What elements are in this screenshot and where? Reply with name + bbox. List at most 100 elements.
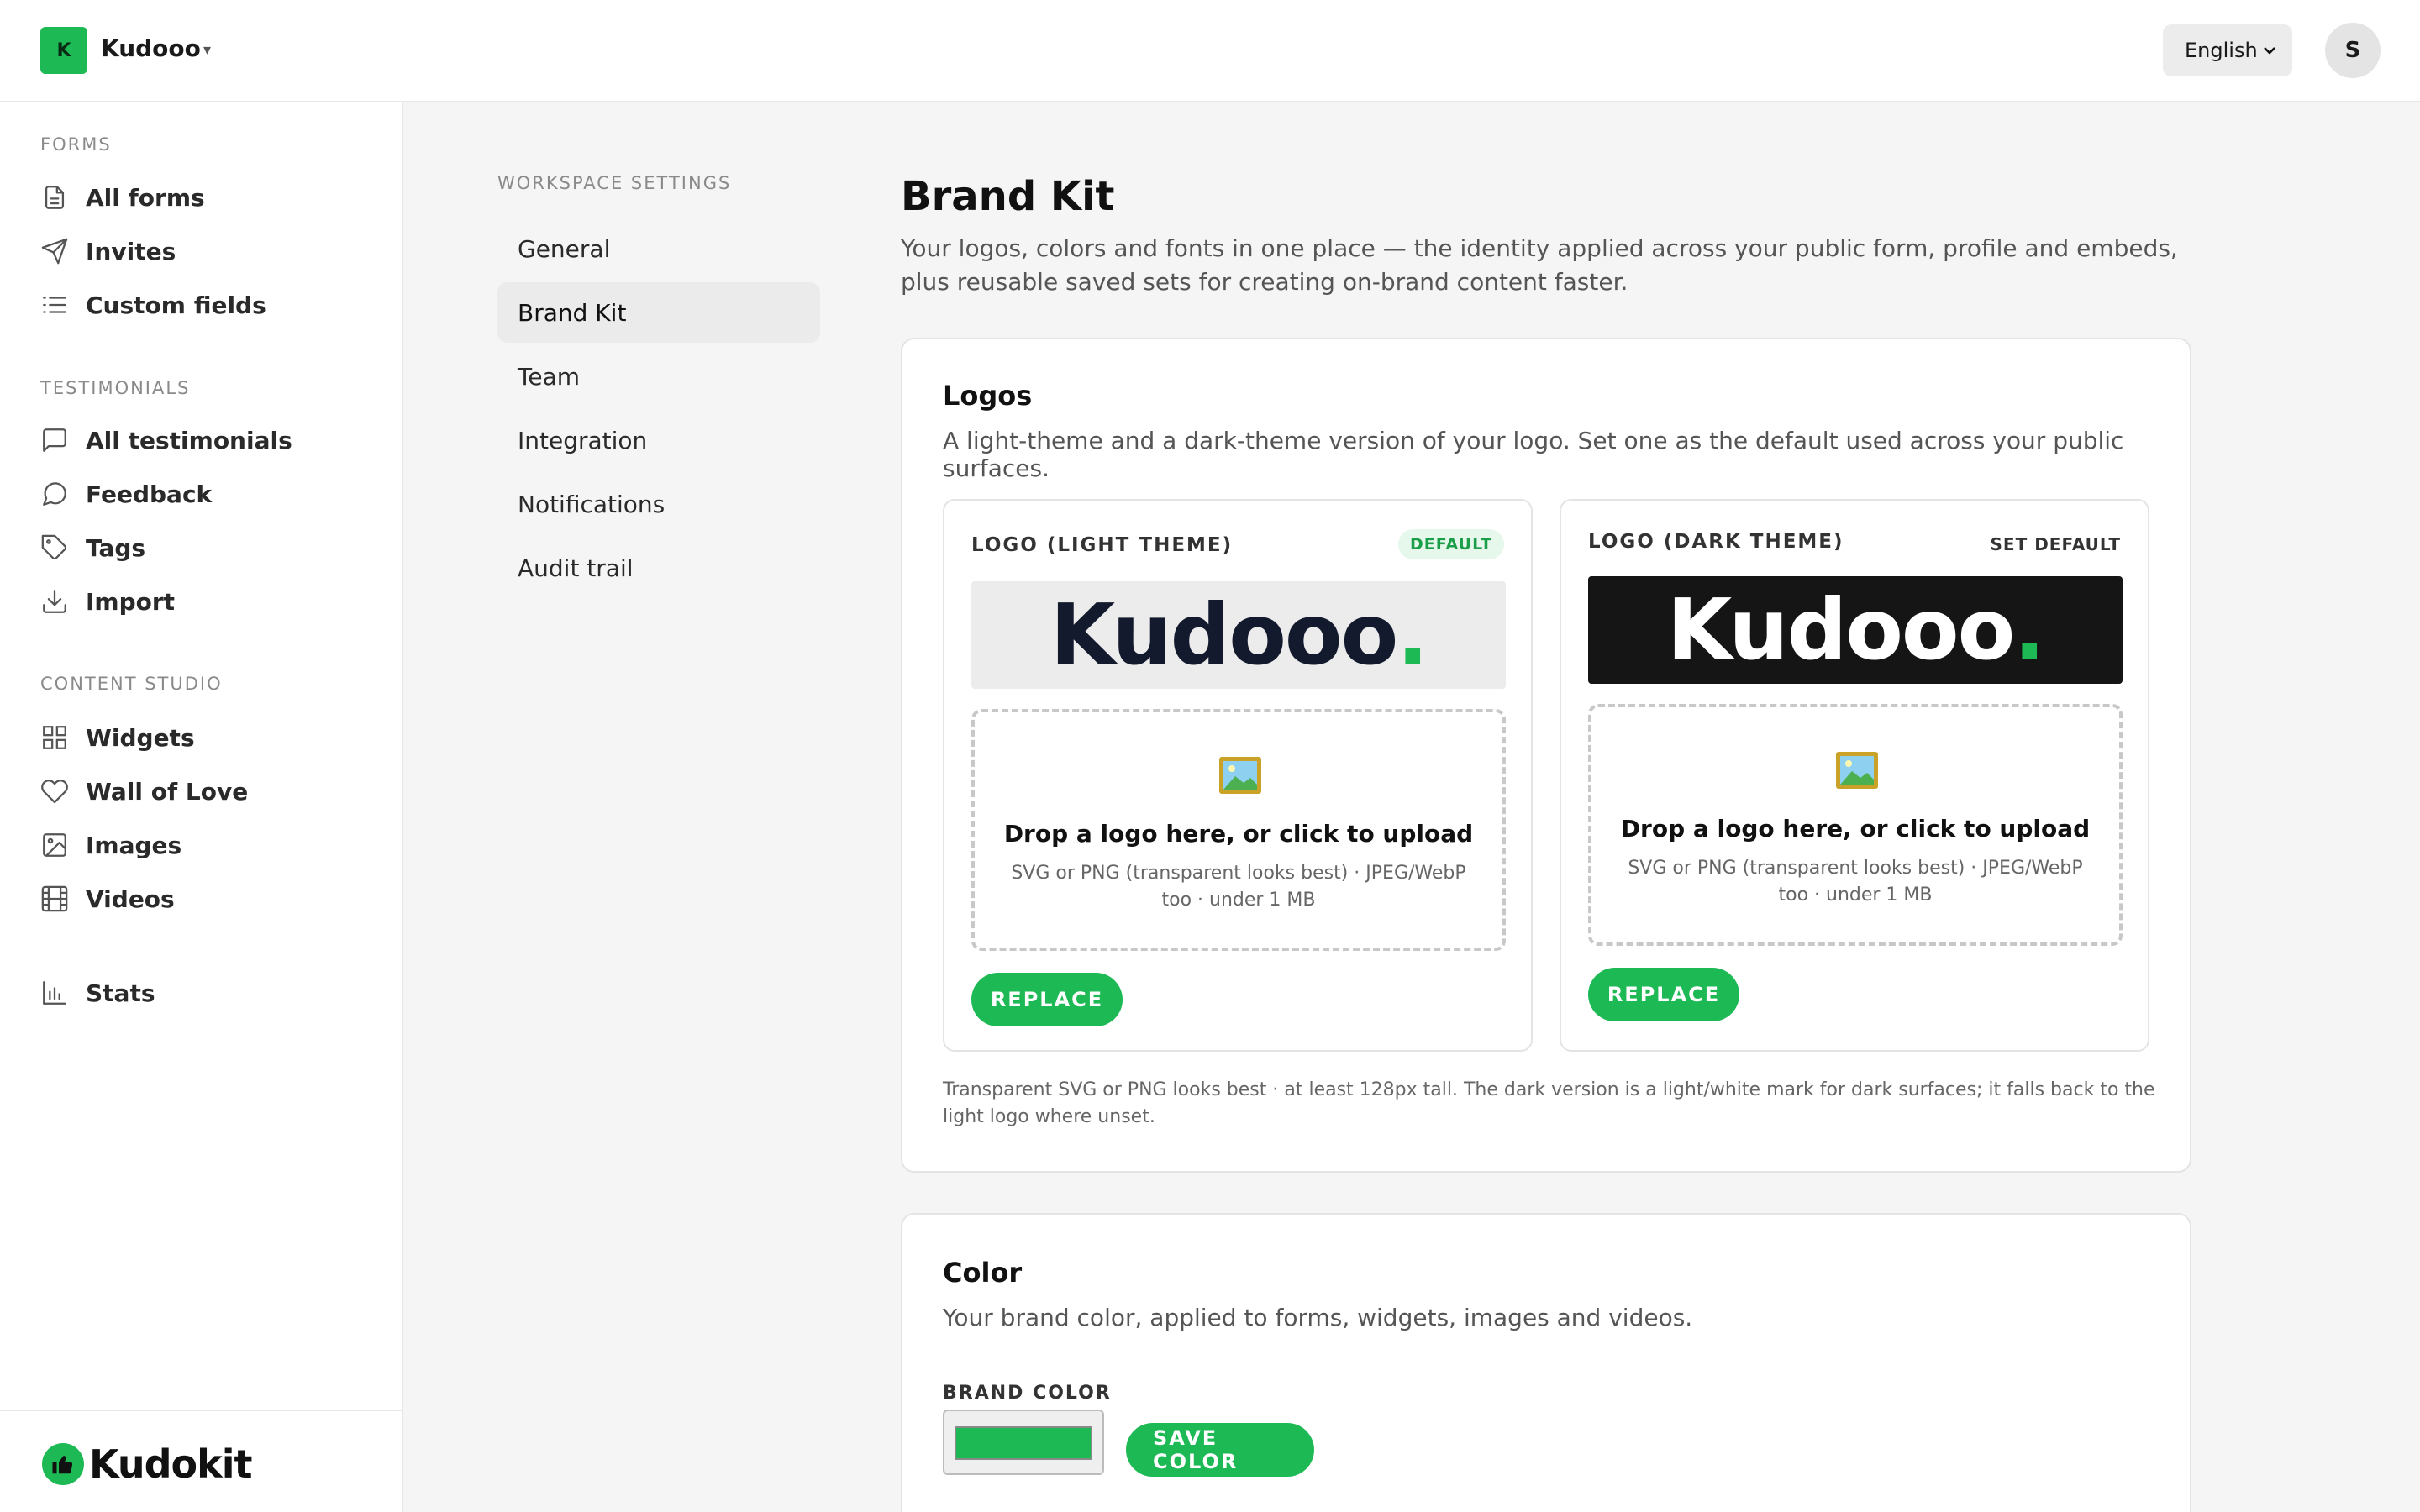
logo-light-dropzone[interactable]: Drop a logo here, or click to upload SVG… [971,709,1506,951]
logo-light-panel: LOGO (LIGHT THEME) DEFAULT Kudooo. Drop … [943,499,1533,1052]
settings-nav-label: Notifications [518,490,666,518]
logo-dark-dropzone[interactable]: Drop a logo here, or click to upload SVG… [1588,704,2123,946]
logo-dark-label: LOGO (DARK THEME) [1588,531,1844,553]
settings-nav-general[interactable]: General [497,218,820,279]
file-icon [45,186,65,209]
settings-nav-label: Team [518,362,581,391]
sidebar-item-label: Feedback [86,480,213,508]
settings-nav-brand-kit[interactable]: Brand Kit [497,282,820,343]
settings-nav-team[interactable]: Team [497,346,820,407]
sidebar-item-videos[interactable]: Videos [40,878,175,920]
sidebar-item-label: Custom fields [86,291,266,319]
logo-light-wordmark: Kudooo. [1050,593,1429,677]
kudokit-logo[interactable]: Kudokit [42,1441,252,1487]
settings-nav-audit-trail[interactable]: Audit trail [497,538,820,598]
bar-chart-icon [43,981,66,1005]
sidebar-section-forms: FORMS [40,134,112,155]
brand-color-label: BRAND COLOR [943,1383,1112,1404]
sidebar-item-label: Invites [86,237,176,265]
brand-color-swatch [955,1426,1092,1460]
wordmark-text: Kudooo [1050,585,1399,684]
user-avatar[interactable]: S [2325,23,2381,78]
settings-nav-integration[interactable]: Integration [497,410,820,470]
settings-nav-label: Audit trail [518,554,634,582]
settings-nav-label: Brand Kit [518,298,627,327]
settings-nav-heading: WORKSPACE SETTINGS [497,173,732,193]
sidebar-item-label: Stats [86,979,155,1007]
sidebar-item-label: Widgets [86,723,195,752]
message-circle-icon [43,482,66,506]
logos-card-title: Logos [943,380,1033,412]
sidebar-item-label: All testimonials [86,426,292,454]
wordmark-dot: . [2013,580,2045,679]
language-select-value: English [2185,39,2258,62]
logos-card-subtitle: A light-theme and a dark-theme version o… [943,427,2124,482]
logo-light-label: LOGO (LIGHT THEME) [971,534,1234,556]
sidebar-item-label: All forms [86,183,205,212]
picture-icon [1836,752,1878,789]
sidebar-item-invites[interactable]: Invites [40,230,176,272]
sidebar-item-widgets[interactable]: Widgets [40,717,195,759]
message-square-icon [43,428,66,452]
kudokit-wordmark: Kudokit [89,1441,252,1487]
sidebar-item-label: Tags [86,533,146,562]
workspace-switcher-caret-icon[interactable]: ▾ [203,41,211,59]
logo-light-preview: Kudooo. [971,581,1506,689]
color-card-subtitle: Your brand color, applied to forms, widg… [943,1304,1693,1331]
settings-nav-notifications[interactable]: Notifications [497,474,820,534]
workspace-logo[interactable]: K [40,27,87,74]
sidebar-section-testimonials: TESTIMONIALS [40,378,191,398]
sidebar-item-label: Wall of Love [86,777,249,806]
sidebar-item-stats[interactable]: Stats [40,972,155,1014]
sidebar-item-images[interactable]: Images [40,824,182,866]
wordmark-dot: . [1397,585,1428,684]
sidebar-item-label: Videos [86,885,175,913]
image-icon [43,833,66,857]
wordmark-text: Kudooo [1666,580,2016,679]
dropzone-hint: SVG or PNG (transparent looks best) · JP… [1628,858,2083,906]
top-bar: K Kudooo ▾ English S [0,0,2420,102]
dropzone-hint: SVG or PNG (transparent looks best) · JP… [1011,863,1466,911]
sidebar-item-custom-fields[interactable]: Custom fields [40,284,266,326]
send-icon [41,238,68,265]
dropzone-title: Drop a logo here, or click to upload [1003,820,1474,848]
sidebar-item-import[interactable]: Import [40,580,175,622]
heart-icon [41,780,68,804]
download-icon [43,590,66,613]
chevron-down-icon [2264,47,2275,55]
page-title: Brand Kit [901,173,1115,220]
picture-icon [1219,757,1261,794]
sidebar-item-all-testimonials[interactable]: All testimonials [40,419,292,461]
replace-dark-logo-button[interactable]: REPLACE [1588,968,1739,1021]
thumbs-up-icon [42,1443,84,1485]
sidebar: FORMS All forms Invites Custom fields TE… [0,102,403,1512]
sidebar-item-tags[interactable]: Tags [40,527,145,569]
grid-icon [43,726,66,749]
brand-color-picker[interactable] [943,1410,1104,1475]
sidebar-item-all-forms[interactable]: All forms [40,176,205,218]
color-card-title: Color [943,1257,1023,1289]
page-subtitle: Your logos, colors and fonts in one plac… [901,234,2178,296]
workspace-name[interactable]: Kudooo [101,34,201,62]
save-color-button[interactable]: SAVE COLOR [1126,1423,1314,1477]
set-default-button[interactable]: SET DEFAULT [1991,534,2121,554]
settings-nav-label: General [518,234,611,263]
tag-icon [41,534,67,560]
sidebar-item-wall-of-love[interactable]: Wall of Love [40,770,248,812]
default-badge: DEFAULT [1397,529,1504,559]
sidebar-item-label: Images [86,831,182,859]
sidebar-item-feedback[interactable]: Feedback [40,473,212,515]
dropzone-title: Drop a logo here, or click to upload [1620,815,2091,843]
sidebar-footer: Kudokit [0,1410,402,1512]
replace-light-logo-button[interactable]: REPLACE [971,973,1123,1026]
sidebar-item-label: Import [86,587,176,616]
logos-card: Logos A light-theme and a dark-theme ver… [901,338,2191,1173]
language-select[interactable]: English [2163,24,2292,76]
logo-dark-panel: LOGO (DARK THEME) SET DEFAULT Kudooo. Dr… [1560,499,2149,1052]
settings-nav-label: Integration [518,426,648,454]
logo-dark-preview: Kudooo. [1588,576,2123,684]
color-card: Color Your brand color, applied to forms… [901,1213,2191,1512]
sidebar-section-content-studio: CONTENT STUDIO [40,674,223,694]
list-icon [43,297,66,313]
film-icon [41,885,68,912]
